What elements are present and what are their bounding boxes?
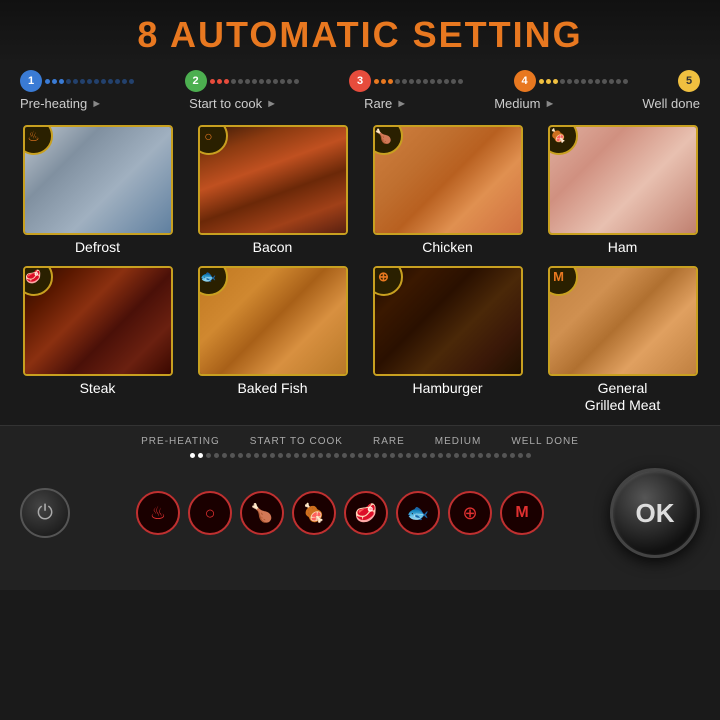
food-grid: ♨ Defrost ○ Bacon 🍗 Chicken 🍖 Ham 🥩: [0, 113, 720, 425]
progress-dots: 1 2 3 4: [20, 70, 700, 92]
icon-chicken-btn[interactable]: 🍗: [240, 491, 284, 535]
power-button[interactable]: ⏻: [20, 488, 70, 538]
icon-grilled-btn[interactable]: M: [500, 491, 544, 535]
icon-ham-btn[interactable]: 🍖: [292, 491, 336, 535]
bacon-label: Bacon: [253, 239, 293, 256]
page-title: 8 AUTOMATIC SETTING: [0, 14, 720, 56]
dot-line-4: [536, 79, 679, 83]
food-item-ham[interactable]: 🍖 Ham: [540, 125, 705, 256]
ok-button[interactable]: OK: [610, 468, 700, 558]
progress-labels: Pre-heating ► Start to cook ► Rare ► Med…: [20, 96, 700, 111]
icon-fish-btn[interactable]: 🐟: [396, 491, 440, 535]
stage-rare: RARE: [373, 436, 405, 447]
food-item-bacon[interactable]: ○ Bacon: [190, 125, 355, 256]
label-rare: Rare ►: [364, 96, 407, 111]
stage-preheating: PRE-HEATING: [141, 436, 220, 447]
bakedfish-label: Baked Fish: [237, 380, 307, 397]
label-start-to-cook: Start to cook ►: [189, 96, 277, 111]
food-item-defrost[interactable]: ♨ Defrost: [15, 125, 180, 256]
progress-section: 1 2 3 4: [0, 64, 720, 113]
step-2-circle: 2: [185, 70, 207, 92]
food-img-defrost: ♨: [23, 125, 173, 235]
chicken-label: Chicken: [422, 239, 473, 256]
steak-label: Steak: [80, 380, 116, 397]
icon-bacon-btn[interactable]: ○: [188, 491, 232, 535]
icon-steak-btn[interactable]: 🥩: [344, 491, 388, 535]
step-5-circle: 5: [678, 70, 700, 92]
stage-medium: MEDIUM: [435, 436, 482, 447]
food-img-grilledmeat: M: [548, 266, 698, 376]
stage-labels-row: PRE-HEATING START TO COOK RARE MEDIUM WE…: [20, 436, 700, 447]
food-img-chicken: 🍗: [373, 125, 523, 235]
icon-defrost-btn[interactable]: ♨: [136, 491, 180, 535]
ham-label: Ham: [608, 239, 638, 256]
food-item-steak[interactable]: 🥩 Steak: [15, 266, 180, 414]
stage-well-done: WELL DONE: [511, 436, 579, 447]
icon-hamburger-btn[interactable]: ⊕: [448, 491, 492, 535]
food-img-bakedfish: 🐟: [198, 266, 348, 376]
dot-line-2: [207, 79, 350, 83]
food-img-ham: 🍖: [548, 125, 698, 235]
food-img-hamburger: ⊕: [373, 266, 523, 376]
bottom-controls: ⏻ ♨ ○ 🍗 🍖 🥩 🐟 ⊕ M OK: [20, 468, 700, 558]
food-img-steak: 🥩: [23, 266, 173, 376]
step-3-circle: 3: [349, 70, 371, 92]
label-well-done: Well done: [642, 96, 700, 111]
hamburger-label: Hamburger: [412, 380, 482, 397]
label-medium: Medium ►: [494, 96, 555, 111]
step-1-circle: 1: [20, 70, 42, 92]
step-4-circle: 4: [514, 70, 536, 92]
dot-line-1: [42, 79, 185, 83]
defrost-label: Defrost: [75, 239, 120, 256]
label-preheating: Pre-heating ►: [20, 96, 102, 111]
food-item-hamburger[interactable]: ⊕ Hamburger: [365, 266, 530, 414]
header: 8 AUTOMATIC SETTING: [0, 0, 720, 64]
grilledmeat-label: GeneralGrilled Meat: [585, 380, 660, 414]
bottom-dots: [20, 453, 700, 458]
bottom-panel: PRE-HEATING START TO COOK RARE MEDIUM WE…: [0, 425, 720, 590]
food-img-bacon: ○: [198, 125, 348, 235]
food-item-bakedfish[interactable]: 🐟 Baked Fish: [190, 266, 355, 414]
food-item-chicken[interactable]: 🍗 Chicken: [365, 125, 530, 256]
dot-line-3: [371, 79, 514, 83]
food-item-grilledmeat[interactable]: M GeneralGrilled Meat: [540, 266, 705, 414]
stage-start-to-cook: START TO COOK: [250, 436, 343, 447]
food-icons-row: ♨ ○ 🍗 🍖 🥩 🐟 ⊕ M: [136, 491, 544, 535]
